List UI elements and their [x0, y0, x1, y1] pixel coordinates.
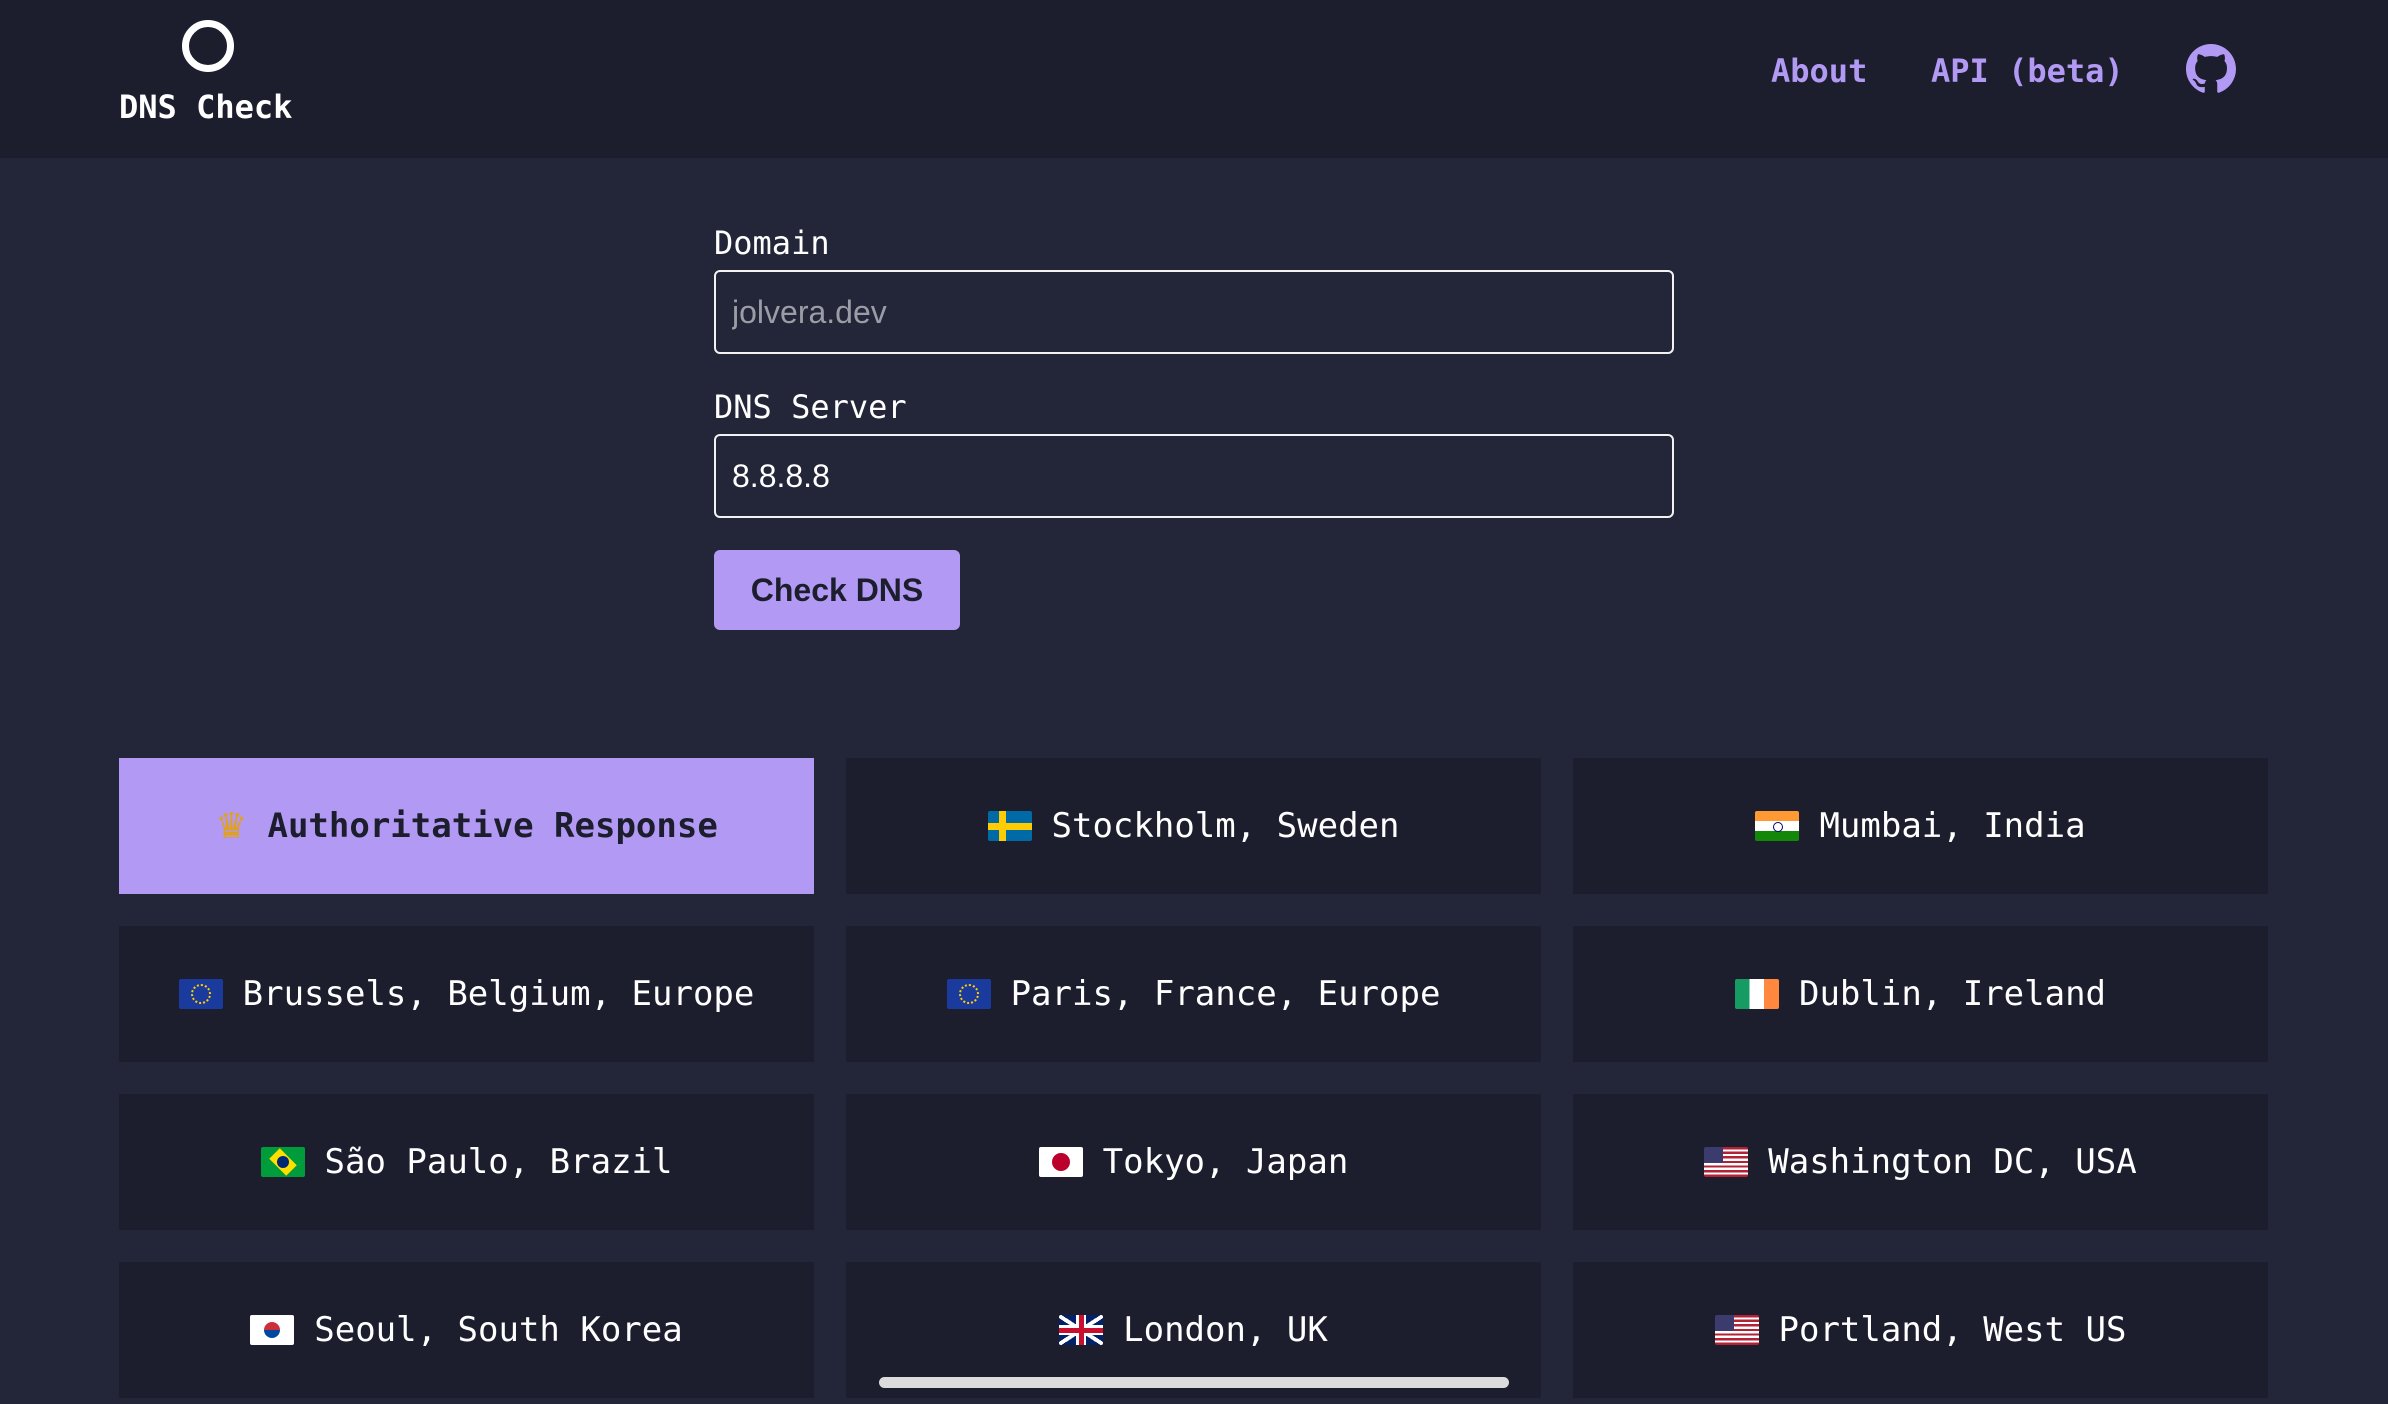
github-link[interactable] [2186, 44, 2236, 94]
location-card-sao-paulo[interactable]: São Paulo, Brazil [119, 1094, 814, 1230]
location-grid: ♛ Authoritative Response Stockholm, Swed… [119, 758, 2269, 1398]
github-icon [2186, 44, 2236, 93]
flag-brazil-icon [260, 1147, 305, 1177]
flag-usa-icon [1704, 1147, 1749, 1177]
domain-input[interactable] [714, 270, 1674, 354]
logo-text: DNS Check [119, 88, 293, 126]
flag-japan-icon [1038, 1147, 1083, 1177]
flag-ireland-icon [1734, 979, 1779, 1009]
location-label: Washington DC, USA [1768, 1142, 2137, 1182]
flag-eu-icon [178, 979, 223, 1009]
flag-india-icon [1755, 811, 1800, 841]
site-logo[interactable]: DNS Check [118, 18, 296, 138]
flag-eu-icon [946, 979, 991, 1009]
location-card-paris[interactable]: Paris, France, Europe [846, 926, 1541, 1062]
nav-link-api-beta[interactable]: API (beta) [1931, 52, 2124, 90]
location-card-tokyo[interactable]: Tokyo, Japan [846, 1094, 1541, 1230]
location-card-stockholm[interactable]: Stockholm, Sweden [846, 758, 1541, 894]
location-card-authoritative[interactable]: ♛ Authoritative Response [119, 758, 814, 894]
location-label: London, UK [1123, 1310, 1328, 1350]
location-label: Portland, West US [1778, 1310, 2127, 1350]
location-label: Mumbai, India [1819, 806, 2086, 846]
domain-label: Domain [714, 224, 830, 262]
location-card-brussels[interactable]: Brussels, Belgium, Europe [119, 926, 814, 1062]
location-label: Paris, France, Europe [1010, 974, 1441, 1014]
location-card-seoul[interactable]: Seoul, South Korea [119, 1262, 814, 1398]
location-label: Brussels, Belgium, Europe [242, 974, 755, 1014]
location-label: Tokyo, Japan [1102, 1142, 1349, 1182]
location-label: Seoul, South Korea [314, 1310, 683, 1350]
flag-uk-icon [1059, 1315, 1104, 1345]
nav-link-about[interactable]: About [1771, 52, 1867, 90]
check-dns-button[interactable]: Check DNS [714, 550, 960, 630]
crown-icon: ♛ [215, 805, 248, 847]
logo-ring-icon [182, 20, 234, 72]
location-card-portland[interactable]: Portland, West US [1573, 1262, 2268, 1398]
flag-usa-icon [1714, 1315, 1759, 1345]
location-card-washington[interactable]: Washington DC, USA [1573, 1094, 2268, 1230]
dns-server-input[interactable] [714, 434, 1674, 518]
location-label: Authoritative Response [267, 806, 718, 846]
top-navigation-bar: DNS Check About API (beta) [0, 0, 2388, 158]
location-label: Stockholm, Sweden [1051, 806, 1400, 846]
flag-south-korea-icon [250, 1315, 295, 1345]
location-card-mumbai[interactable]: Mumbai, India [1573, 758, 2268, 894]
flag-sweden-icon [987, 811, 1032, 841]
dns-server-label: DNS Server [714, 388, 907, 426]
location-label: Dublin, Ireland [1798, 974, 2107, 1014]
location-card-dublin[interactable]: Dublin, Ireland [1573, 926, 2268, 1062]
location-label: São Paulo, Brazil [324, 1142, 673, 1182]
scrollbar[interactable] [879, 1377, 1509, 1388]
